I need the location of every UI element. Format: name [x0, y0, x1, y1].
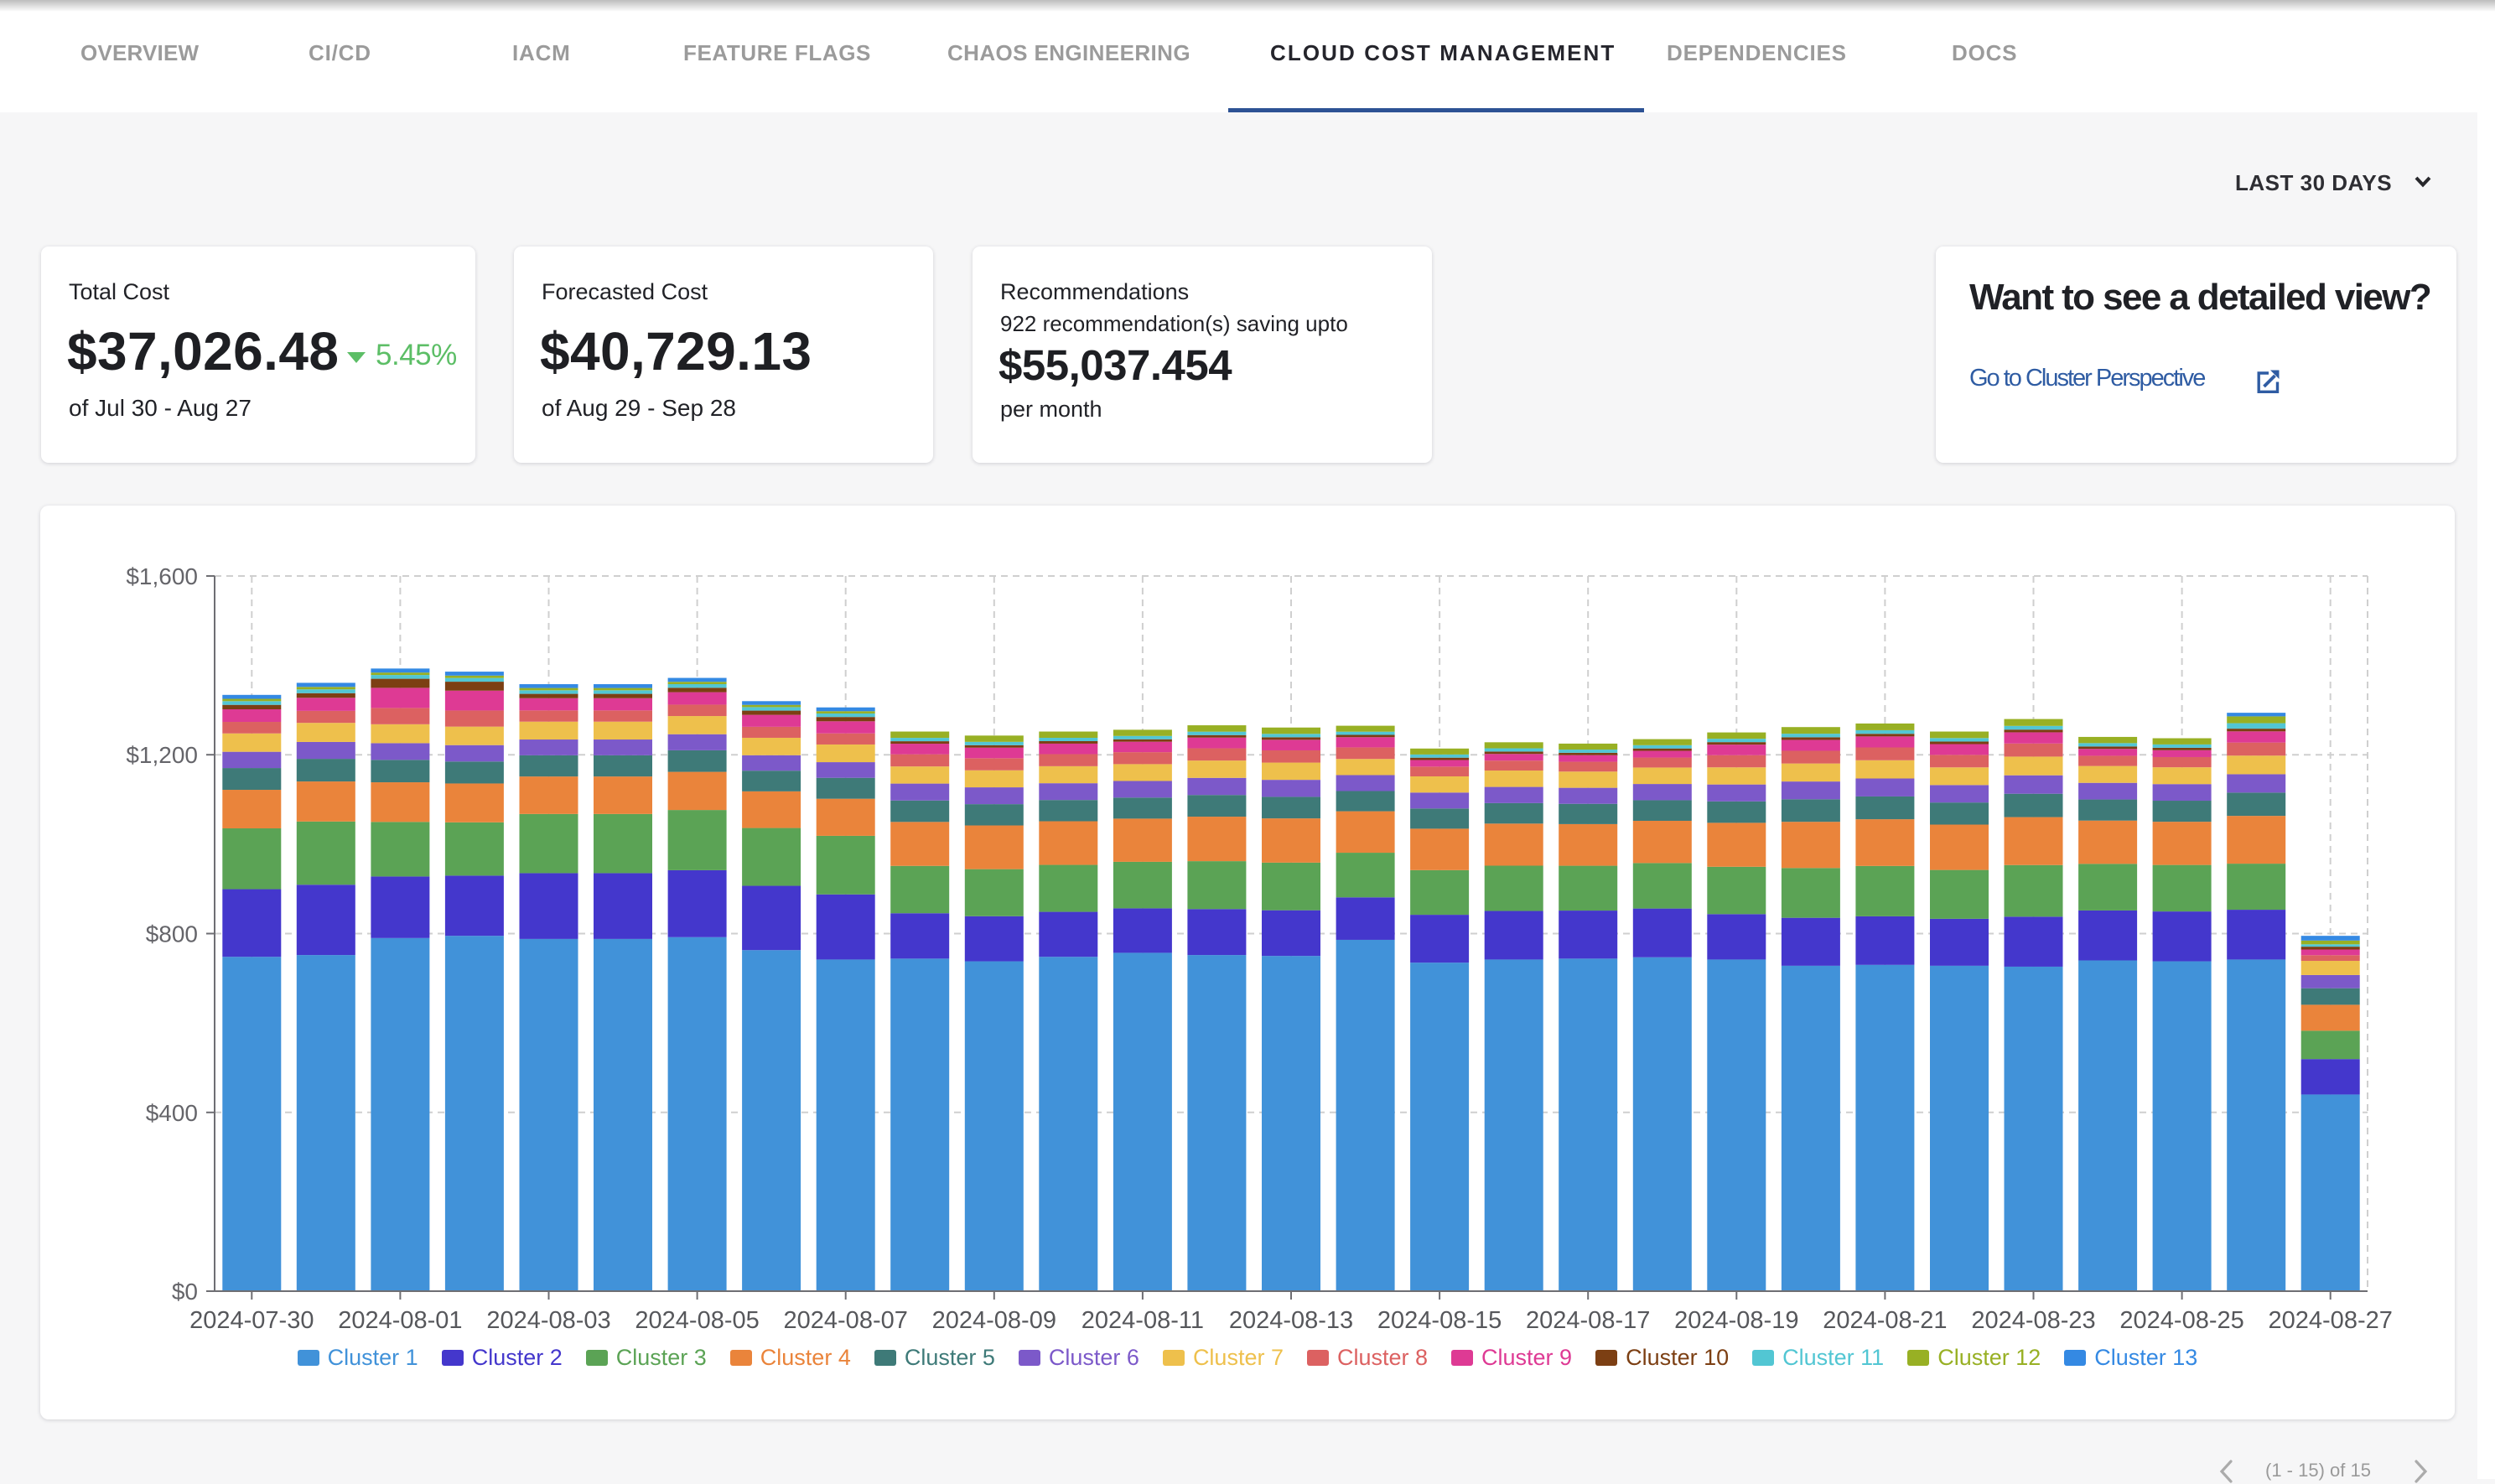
svg-text:$800: $800: [146, 921, 198, 947]
svg-text:2024-08-01: 2024-08-01: [338, 1307, 462, 1334]
svg-text:2024-08-09: 2024-08-09: [932, 1307, 1056, 1334]
svg-text:2024-08-27: 2024-08-27: [2269, 1307, 2393, 1334]
svg-text:2024-08-21: 2024-08-21: [1823, 1307, 1947, 1334]
svg-text:2024-08-19: 2024-08-19: [1674, 1307, 1798, 1334]
svg-text:2024-08-03: 2024-08-03: [486, 1307, 610, 1334]
svg-text:2024-08-11: 2024-08-11: [1082, 1307, 1204, 1334]
svg-text:$1,200: $1,200: [126, 742, 198, 768]
svg-text:2024-08-05: 2024-08-05: [635, 1307, 759, 1334]
svg-text:$1,600: $1,600: [126, 563, 198, 589]
svg-text:2024-08-15: 2024-08-15: [1377, 1307, 1502, 1334]
svg-text:2024-08-07: 2024-08-07: [784, 1307, 908, 1334]
svg-text:2024-08-13: 2024-08-13: [1229, 1307, 1353, 1334]
svg-text:2024-07-30: 2024-07-30: [189, 1307, 314, 1334]
svg-text:$400: $400: [146, 1100, 198, 1126]
svg-text:2024-08-25: 2024-08-25: [2119, 1307, 2243, 1334]
svg-text:2024-08-17: 2024-08-17: [1526, 1307, 1650, 1334]
svg-text:$0: $0: [172, 1279, 198, 1305]
svg-text:2024-08-23: 2024-08-23: [1971, 1307, 2095, 1334]
